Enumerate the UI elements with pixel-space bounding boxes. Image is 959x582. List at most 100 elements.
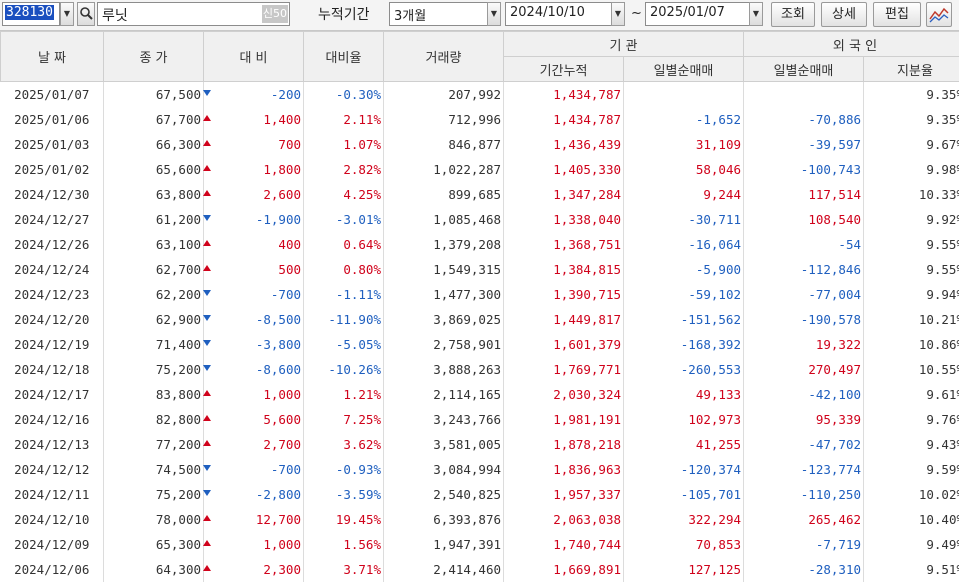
cell-foreign-share-value: 9.61%: [926, 387, 959, 402]
end-date-field[interactable]: 2025/01/07: [645, 2, 751, 26]
cell-foreign-share: 9.61%: [863, 382, 959, 407]
start-date-field[interactable]: 2024/10/10: [505, 2, 613, 26]
cell-date-value: 2025/01/06: [14, 112, 90, 127]
cell-date: 2024/12/20: [0, 307, 104, 332]
cell-inst-daily-value: -120,374: [680, 462, 741, 477]
col-header-change-rate[interactable]: 대비율: [303, 31, 384, 82]
cell-inst-daily-value: 49,133: [695, 387, 741, 402]
cell-volume: 3,243,766: [383, 407, 504, 432]
col-header-inst-cumulative[interactable]: 기간누적: [503, 56, 624, 82]
table-row[interactable]: 2024/12/18 75,200 -8,600 -10.26% 3,888,263 1,…: [0, 357, 959, 382]
cell-foreign-share-value: 9.76%: [926, 412, 959, 427]
cell-change: 12,700: [203, 507, 304, 532]
investor-trading-grid[interactable]: 날 짜 종 가 대 비 대비율 거래량 기 관 외 국 인 기간누적 일별순매매…: [0, 31, 959, 582]
table-row[interactable]: 2025/01/02 65,600 1,800 2.82% 1,022,287 1,405…: [0, 157, 959, 182]
col-header-foreign-daily[interactable]: 일별순매매: [743, 56, 864, 82]
start-date-calendar-button[interactable]: ▼: [611, 2, 625, 26]
stock-search-button[interactable]: [77, 2, 95, 26]
col-header-foreign-share[interactable]: 지분율: [863, 56, 959, 82]
table-row[interactable]: 2024/12/13 77,200 2,700 3.62% 3,581,005 1,878…: [0, 432, 959, 457]
cell-date: 2024/12/13: [0, 432, 104, 457]
cell-volume-value: 6,393,876: [433, 512, 501, 527]
cell-volume-value: 3,084,994: [433, 462, 501, 477]
cell-change-rate-value: 2.82%: [343, 162, 381, 177]
cell-date-value: 2024/12/18: [14, 362, 90, 377]
cell-change-rate: -10.26%: [303, 357, 384, 382]
cell-date-value: 2024/12/11: [14, 487, 90, 502]
cell-inst-daily: -168,392: [623, 332, 744, 357]
cell-inst-cumulative: 1,878,218: [503, 432, 624, 457]
cell-volume: 1,022,287: [383, 157, 504, 182]
cell-inst-cumulative: 1,981,191: [503, 407, 624, 432]
cell-foreign-daily-value: -47,702: [808, 437, 861, 452]
cell-inst-cumulative: 1,384,815: [503, 257, 624, 282]
table-row[interactable]: 2024/12/27 61,200 -1,900 -3.01% 1,085,468 1,3…: [0, 207, 959, 232]
cell-change-value: -200: [270, 87, 301, 102]
cell-close: 67,500: [103, 81, 211, 107]
table-row[interactable]: 2025/01/07 67,500 -200 -0.30% 207,992 1,434,7…: [0, 81, 959, 107]
stock-code-input[interactable]: 328130: [2, 2, 60, 26]
cell-close: 77,200: [103, 432, 211, 457]
col-header-date[interactable]: 날 짜: [0, 31, 104, 82]
cell-inst-daily: 70,853: [623, 532, 744, 557]
col-header-volume[interactable]: 거래량: [383, 31, 504, 82]
col-header-inst-daily[interactable]: 일별순매매: [623, 56, 744, 82]
cell-inst-cumulative-value: 1,449,817: [553, 312, 621, 327]
cell-foreign-share-value: 9.92%: [926, 212, 959, 227]
table-row[interactable]: 2024/12/23 62,200 -700 -1.11% 1,477,300 1,390…: [0, 282, 959, 307]
chart-view-button[interactable]: [926, 2, 952, 27]
cell-foreign-share: 10.86%: [863, 332, 959, 357]
cell-change-rate-value: 1.07%: [343, 137, 381, 152]
cell-close: 67,700: [103, 107, 211, 132]
cell-inst-cumulative: 2,063,038: [503, 507, 624, 532]
table-row[interactable]: 2024/12/16 82,800 5,600 7.25% 3,243,766 1,981…: [0, 407, 959, 432]
cell-change-rate: 1.56%: [303, 532, 384, 557]
table-row[interactable]: 2024/12/11 75,200 -2,800 -3.59% 2,540,825 1,9…: [0, 482, 959, 507]
cell-date-value: 2024/12/30: [14, 187, 90, 202]
table-row[interactable]: 2025/01/03 66,300 700 1.07% 846,877 1,436,439…: [0, 132, 959, 157]
detail-button[interactable]: 상세: [821, 2, 867, 27]
cell-change-rate-value: 3.62%: [343, 437, 381, 452]
cell-inst-daily: 41,255: [623, 432, 744, 457]
period-select[interactable]: 3개월: [389, 2, 489, 26]
edit-button[interactable]: 편집: [873, 2, 921, 27]
cell-date: 2024/12/11: [0, 482, 104, 507]
table-row[interactable]: 2024/12/20 62,900 -8,500 -11.90% 3,869,025 1,…: [0, 307, 959, 332]
table-row[interactable]: 2025/01/06 67,700 1,400 2.11% 712,996 1,434,7…: [0, 107, 959, 132]
table-row[interactable]: 2024/12/10 78,000 12,700 19.45% 6,393,876 2,0…: [0, 507, 959, 532]
cell-foreign-daily: -190,578: [743, 307, 864, 332]
cell-inst-daily: 31,109: [623, 132, 744, 157]
cell-inst-daily: -30,711: [623, 207, 744, 232]
table-row[interactable]: 2024/12/24 62,700 500 0.80% 1,549,315 1,384,8…: [0, 257, 959, 282]
cell-change-rate: -0.93%: [303, 457, 384, 482]
cell-foreign-daily-value: 270,497: [808, 362, 861, 377]
cell-date-value: 2024/12/19: [14, 337, 90, 352]
table-body: 2025/01/07 67,500 -200 -0.30% 207,992 1,434,7…: [0, 81, 959, 582]
table-row[interactable]: 2024/12/30 63,800 2,600 4.25% 899,685 1,347,2…: [0, 182, 959, 207]
table-row[interactable]: 2024/12/12 74,500 -700 -0.93% 3,084,994 1,836…: [0, 457, 959, 482]
period-dropdown-button[interactable]: ▼: [487, 2, 501, 26]
cell-change-rate: 1.07%: [303, 132, 384, 157]
down-arrow-icon: [203, 290, 211, 296]
table-row[interactable]: 2024/12/17 83,800 1,000 1.21% 2,114,165 2,030…: [0, 382, 959, 407]
cell-inst-daily: -59,102: [623, 282, 744, 307]
col-header-close[interactable]: 종 가: [103, 31, 204, 82]
table-row[interactable]: 2024/12/26 63,100 400 0.64% 1,379,208 1,368,7…: [0, 232, 959, 257]
cell-date: 2024/12/10: [0, 507, 104, 532]
stock-name-field[interactable]: 루닛 신50: [97, 2, 290, 26]
table-row[interactable]: 2024/12/09 65,300 1,000 1.56% 1,947,391 1,740…: [0, 532, 959, 557]
cell-inst-daily-value: -1,652: [695, 112, 741, 127]
end-date-calendar-button[interactable]: ▼: [749, 2, 763, 26]
cell-volume: 2,414,460: [383, 557, 504, 582]
table-row[interactable]: 2024/12/06 64,300 2,300 3.71% 2,414,460 1,669…: [0, 557, 959, 582]
query-button[interactable]: 조회: [771, 2, 815, 27]
table-row[interactable]: 2024/12/19 71,400 -3,800 -5.05% 2,758,901 1,6…: [0, 332, 959, 357]
stock-code-dropdown-button[interactable]: ▼: [60, 2, 74, 26]
cell-inst-daily-value: 70,853: [695, 537, 741, 552]
col-header-change[interactable]: 대 비: [203, 31, 304, 82]
cell-foreign-daily-value: -42,100: [808, 387, 861, 402]
cell-date: 2024/12/18: [0, 357, 104, 382]
cell-change: -200: [203, 81, 304, 107]
cell-foreign-daily-value: -77,004: [808, 287, 861, 302]
cell-inst-daily: -1,652: [623, 107, 744, 132]
